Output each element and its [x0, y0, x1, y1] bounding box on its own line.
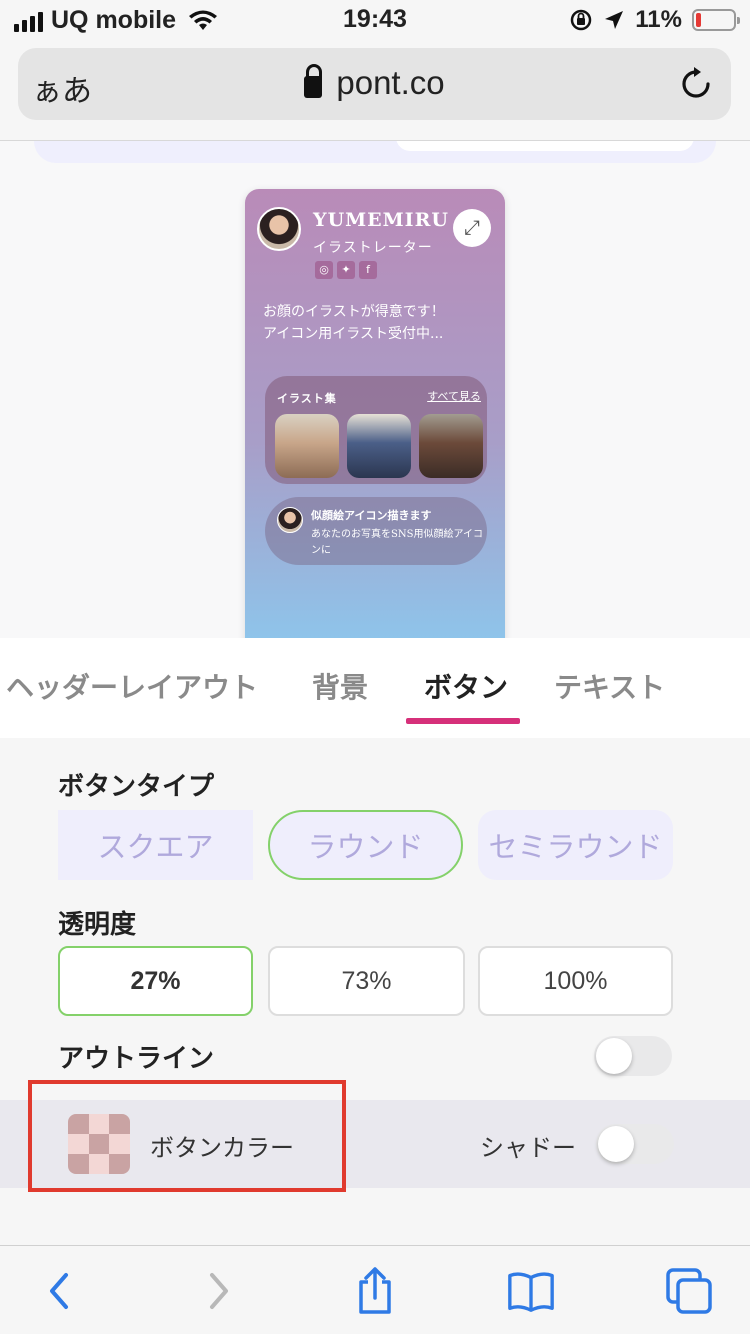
- outline-label: アウトライン: [58, 1044, 215, 1074]
- profile-name: YUMEMIRU: [313, 209, 449, 231]
- social-links: ◎ ✦ f: [315, 261, 377, 279]
- button-type-semiround[interactable]: セミラウンド: [478, 810, 673, 880]
- opacity-option-73[interactable]: 73%: [268, 946, 465, 1016]
- instagram-icon[interactable]: ◎: [315, 261, 333, 279]
- reload-icon[interactable]: [679, 66, 713, 102]
- facebook-icon[interactable]: f: [359, 261, 377, 279]
- opacity-label: 透明度: [58, 910, 137, 940]
- status-right: 11%: [569, 6, 740, 34]
- profile-avatar: [257, 207, 301, 251]
- highlight-annotation: [28, 1080, 346, 1192]
- toggle-knob: [598, 1126, 634, 1162]
- button-type-round[interactable]: ラウンド: [268, 810, 463, 880]
- battery-percent: 11%: [635, 6, 682, 33]
- tabs-icon[interactable]: [664, 1266, 714, 1316]
- tab-background[interactable]: 背景: [312, 666, 368, 706]
- expand-icon[interactable]: ⤢: [453, 209, 491, 247]
- location-icon: [605, 11, 624, 29]
- gallery-thumbnail[interactable]: [347, 414, 411, 478]
- top-card-inner: [396, 141, 694, 151]
- profile-role: イラストレーター: [313, 240, 433, 256]
- gallery-see-all-link[interactable]: すべて見る: [427, 388, 481, 404]
- bio-line: アイコン用イラスト受付中...: [263, 326, 444, 342]
- toggle-knob: [596, 1038, 632, 1074]
- rotation-lock-icon: [571, 9, 592, 31]
- profile-bio: お顔のイラストが得意です！ アイコン用イラスト受付中...: [263, 301, 493, 345]
- link-description: あなたのお写真をSNS用似顔絵アイコンに: [311, 529, 483, 556]
- gallery-thumbnails: [275, 414, 483, 478]
- button-type-square[interactable]: スクエア: [58, 810, 253, 880]
- share-icon[interactable]: [350, 1266, 400, 1316]
- shadow-toggle[interactable]: [596, 1124, 674, 1164]
- back-icon[interactable]: [34, 1266, 84, 1316]
- forward-icon[interactable]: [194, 1266, 244, 1316]
- status-bar: UQ mobile 19:43 11%: [0, 0, 750, 42]
- address-bar[interactable]: ぁあ pont.co: [18, 48, 731, 120]
- lock-icon: [304, 64, 323, 98]
- link-avatar: [277, 507, 303, 533]
- gallery-thumbnail[interactable]: [275, 414, 339, 478]
- link-title: 似顔絵アイコン描きます: [311, 509, 432, 522]
- url-text: pont.co: [336, 64, 445, 101]
- link-button[interactable]: 似顔絵アイコン描きます あなたのお写真をSNS用似顔絵アイコンに: [265, 497, 487, 565]
- button-type-label: ボタンタイプ: [58, 772, 215, 802]
- url-display[interactable]: pont.co: [18, 64, 731, 102]
- twitter-icon[interactable]: ✦: [337, 261, 355, 279]
- gallery-thumbnail[interactable]: [419, 414, 483, 478]
- web-content: YUMEMIRU イラストレーター ◎ ✦ f ⤢ お顔のイラストが得意です！ …: [0, 141, 750, 638]
- tab-button[interactable]: ボタン: [424, 666, 508, 706]
- profile-preview: YUMEMIRU イラストレーター ◎ ✦ f ⤢ お顔のイラストが得意です！ …: [245, 189, 505, 638]
- bio-line: お顔のイラストが得意です！: [263, 304, 445, 320]
- editor-tabs: ヘッダーレイアウト 背景 ボタン テキスト: [0, 638, 750, 738]
- bookmarks-icon[interactable]: [506, 1266, 556, 1316]
- button-settings: ボタンタイプ スクエア ラウンド セミラウンド 透明度 27% 73% 100%…: [0, 738, 750, 1245]
- battery-icon: [692, 9, 740, 31]
- gallery-title: イラスト集: [277, 392, 337, 405]
- tab-text[interactable]: テキスト: [554, 666, 665, 706]
- gallery-block: イラスト集 すべて見る: [265, 376, 487, 484]
- opacity-option-100[interactable]: 100%: [478, 946, 673, 1016]
- active-tab-indicator: [406, 718, 520, 724]
- browser-toolbar: [0, 1245, 750, 1334]
- opacity-option-27[interactable]: 27%: [58, 946, 253, 1016]
- outline-toggle[interactable]: [594, 1036, 672, 1076]
- tab-header-layout[interactable]: ヘッダーレイアウト: [6, 666, 258, 706]
- shadow-label: シャドー: [480, 1134, 576, 1162]
